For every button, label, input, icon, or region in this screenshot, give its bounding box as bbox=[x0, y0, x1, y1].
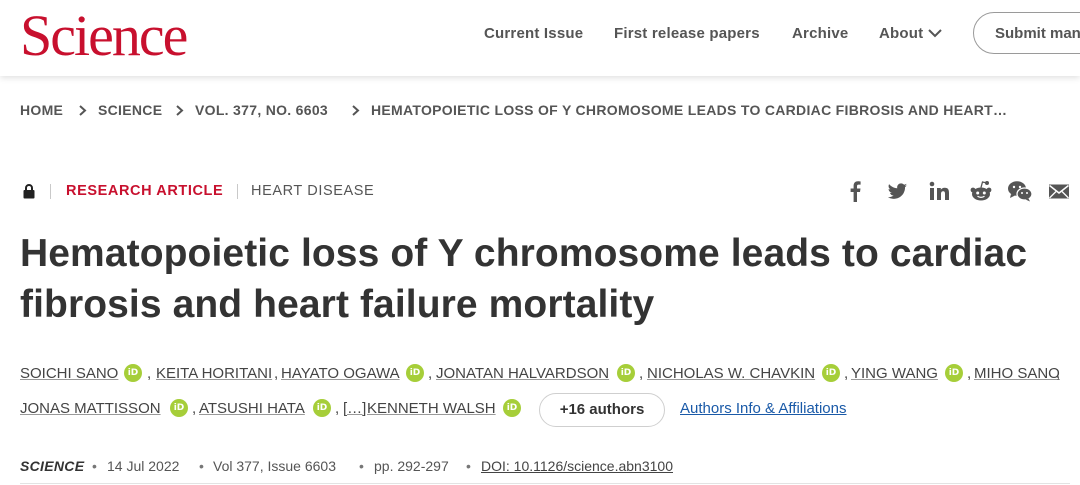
nav-current-issue[interactable]: Current Issue bbox=[484, 25, 583, 43]
chevron-right-icon bbox=[176, 105, 184, 116]
site-header: Science Current Issue First release pape… bbox=[0, 0, 1080, 76]
orcid-icon[interactable]: iD bbox=[313, 399, 331, 417]
twitter-icon[interactable] bbox=[887, 180, 908, 202]
author-link[interactable]: HAYATO OGAWA bbox=[281, 365, 400, 383]
bullet-separator: • bbox=[466, 458, 471, 474]
citation-date: 14 Jul 2022 bbox=[107, 458, 180, 474]
facebook-icon[interactable] bbox=[848, 180, 862, 202]
bullet-separator: • bbox=[359, 458, 364, 474]
author-link[interactable]: KEITA HORITANI bbox=[156, 365, 272, 383]
orcid-icon[interactable]: iD bbox=[124, 364, 142, 382]
author-separator: , bbox=[147, 365, 152, 382]
author-separator: , bbox=[274, 365, 279, 382]
citation-journal[interactable]: SCIENCE bbox=[20, 458, 84, 475]
nav-about[interactable]: About bbox=[879, 25, 923, 43]
author-link[interactable]: JONAS MATTISSON bbox=[20, 400, 161, 418]
wechat-icon[interactable] bbox=[1007, 180, 1033, 202]
chevron-right-icon bbox=[352, 105, 360, 116]
breadcrumb-current: HEMATOPOIETIC LOSS OF Y CHROMOSOME LEADS… bbox=[371, 102, 1008, 118]
submit-label: Submit manuscript bbox=[995, 25, 1080, 42]
expand-authors-button[interactable]: +16 authors bbox=[539, 393, 665, 427]
divider bbox=[50, 184, 51, 199]
chevron-right-icon bbox=[79, 105, 87, 116]
bullet-separator: • bbox=[199, 458, 204, 474]
article-type[interactable]: RESEARCH ARTICLE bbox=[66, 183, 223, 199]
reddit-icon[interactable] bbox=[969, 180, 993, 202]
divider bbox=[237, 184, 238, 199]
citation-volume: Vol 377, Issue 6603 bbox=[213, 458, 336, 474]
bullet-separator: • bbox=[92, 458, 97, 474]
author-link[interactable]: ATSUSHI HATA bbox=[199, 400, 305, 418]
chevron-down-icon[interactable] bbox=[926, 26, 944, 40]
orcid-icon[interactable]: iD bbox=[945, 364, 963, 382]
lock-icon bbox=[23, 184, 35, 199]
linkedin-icon[interactable] bbox=[929, 180, 949, 202]
orcid-icon[interactable]: iD bbox=[170, 399, 188, 417]
submit-manuscript-button[interactable]: Submit manuscript bbox=[973, 12, 1080, 54]
breadcrumb-home[interactable]: HOME bbox=[20, 102, 63, 119]
author-link[interactable]: SOICHI SANO bbox=[20, 365, 118, 383]
author-separator: , bbox=[967, 365, 972, 382]
author-ellipsis[interactable]: […] bbox=[343, 400, 366, 418]
author-separator: , bbox=[428, 365, 433, 382]
author-separator: , bbox=[844, 365, 849, 382]
email-icon[interactable] bbox=[1048, 180, 1070, 202]
author-link[interactable]: MIHO SANO bbox=[974, 365, 1060, 383]
nav-first-release-papers[interactable]: First release papers bbox=[614, 25, 760, 43]
author-separator: , bbox=[335, 400, 340, 417]
author-separator: , bbox=[1056, 365, 1061, 382]
citation-doi-link[interactable]: DOI: 10.1126/science.abn3100 bbox=[481, 458, 673, 475]
author-link[interactable]: JONATAN HALVARDSON bbox=[436, 365, 609, 383]
author-link[interactable]: KENNETH WALSH bbox=[367, 400, 496, 418]
breadcrumb-volume[interactable]: VOL. 377, NO. 6603 bbox=[195, 102, 328, 119]
author-link[interactable]: YING WANG bbox=[851, 365, 938, 383]
citation-pages: pp. 292-297 bbox=[374, 458, 449, 474]
breadcrumb-science[interactable]: SCIENCE bbox=[98, 102, 162, 119]
orcid-icon[interactable]: iD bbox=[617, 364, 635, 382]
article-title: Hematopoietic loss of Y chromosome leads… bbox=[20, 232, 1028, 326]
science-logo[interactable]: Science bbox=[20, 5, 188, 67]
author-link[interactable]: NICHOLAS W. CHAVKIN bbox=[647, 365, 815, 383]
orcid-icon[interactable]: iD bbox=[503, 399, 521, 417]
nav-archive[interactable]: Archive bbox=[792, 25, 848, 43]
orcid-icon[interactable]: iD bbox=[406, 364, 424, 382]
author-separator: , bbox=[192, 400, 197, 417]
divider bbox=[20, 483, 1070, 484]
article-subject[interactable]: HEART DISEASE bbox=[251, 183, 374, 199]
orcid-icon[interactable]: iD bbox=[822, 364, 840, 382]
authors-affiliations-link[interactable]: Authors Info & Affiliations bbox=[680, 400, 847, 418]
author-separator: , bbox=[639, 365, 644, 382]
expand-authors-label: +16 authors bbox=[559, 401, 645, 418]
